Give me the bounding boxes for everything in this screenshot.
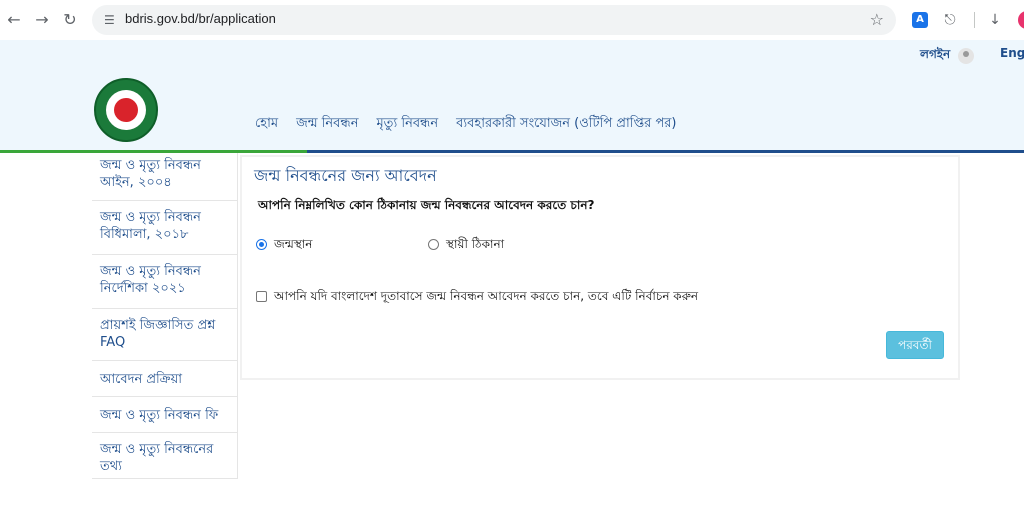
site-logo[interactable] [94,78,158,142]
nav-home[interactable]: হোম [255,114,278,135]
main-nav: হোম জন্ম নিবন্ধন মৃত্যু নিবন্ধন ব্যবহারক… [255,114,695,135]
radio-birthplace[interactable] [256,239,267,250]
url-text[interactable]: bdris.gov.bd/br/application [125,11,276,26]
site-info-icon[interactable]: ☰ [104,12,120,28]
nav-birth-registration[interactable]: জন্ম নিবন্ধন [296,114,358,135]
forward-icon[interactable]: → [32,10,52,30]
address-bar[interactable]: ☰ bdris.gov.bd/br/application ☆ [92,5,896,35]
download-icon[interactable]: ↓ [985,10,1005,30]
sidebar-item-process[interactable]: আবেদন প্রক্রিয়া [92,361,238,397]
embassy-checkbox-label[interactable]: আপনি যদি বাংলাদেশ দূতাবাসে জন্ম নিবন্ধন … [274,288,698,308]
page-title: জন্ম নিবন্ধনের জন্য আবেদন [254,166,437,185]
sidebar-item-act-2004[interactable]: জন্ম ও মৃত্যু নিবন্ধন আইন, ২০০৪ [92,153,238,201]
nav-user-add[interactable]: ব্যবহারকারী সংযোজন (ওটিপি প্রাপ্তির পর) [456,114,676,135]
sidebar-item-info[interactable]: জন্ম ও মৃত্যু নিবন্ধনের তথ্য [92,433,238,479]
toolbar-divider [974,12,975,28]
sidebar-item-rules-2018[interactable]: জন্ম ও মৃত্যু নিবন্ধন বিধিমালা, ২০১৮ [92,201,238,255]
embassy-checkbox[interactable] [256,291,267,302]
application-form: জন্ম নিবন্ধনের জন্য আবেদন আপনি নিম্নলিখি… [242,157,958,378]
radio-permanent-address-label[interactable]: স্থায়ী ঠিকানা [446,236,504,256]
address-question: আপনি নিম্নলিখিত কোন ঠিকানায় জন্ম নিবন্ধ… [258,198,595,212]
next-button[interactable]: পরবর্তী [886,331,944,359]
user-icon[interactable] [958,48,974,64]
nav-death-registration[interactable]: মৃত্যু নিবন্ধন [376,114,438,135]
application-panel: জন্ম নিবন্ধনের জন্য আবেদন আপনি নিম্নলিখি… [240,155,960,380]
sidebar-item-fee[interactable]: জন্ম ও মৃত্যু নিবন্ধন ফি [92,397,238,433]
radio-permanent-address[interactable] [428,239,439,250]
translate-icon[interactable]: A [912,12,928,28]
logo-inner [106,90,146,130]
bookmark-star-icon[interactable]: ☆ [870,10,884,29]
sidebar-item-faq[interactable]: প্রায়শই জিজ্ঞাসিত প্রশ্ন FAQ [92,309,238,361]
login-link[interactable]: লগইন [920,46,950,66]
browser-toolbar: ← → ↻ ☰ bdris.gov.bd/br/application ☆ A … [0,0,1024,40]
radio-birthplace-label[interactable]: জন্মস্থান [274,236,312,256]
back-icon[interactable]: ← [4,10,24,30]
reload-icon[interactable]: ↻ [60,10,80,30]
logo-emblem [114,98,138,122]
profile-avatar[interactable] [1018,11,1024,29]
sidebar: জন্ম ও মৃত্যু নিবন্ধন আইন, ২০০৪ জন্ম ও ম… [92,153,238,479]
language-toggle[interactable]: Engl [1000,46,1024,60]
sidebar-item-guideline-2021[interactable]: জন্ম ও মৃত্যু নিবন্ধন নির্দেশিকা ২০২১ [92,255,238,309]
extensions-icon[interactable]: ⎋ [940,10,960,30]
